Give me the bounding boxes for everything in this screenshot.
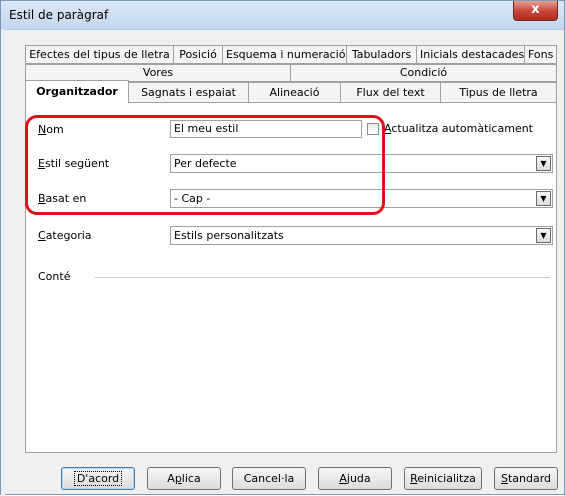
based-on-value: - Cap - bbox=[174, 192, 211, 205]
close-icon: x bbox=[531, 2, 540, 17]
reset-button[interactable]: Reinicialitza bbox=[404, 467, 482, 490]
category-value: Estils personalitzats bbox=[174, 229, 284, 242]
ok-button[interactable]: D'acord bbox=[61, 467, 135, 490]
category-label: Categoria bbox=[38, 229, 92, 242]
window-left-edge bbox=[1, 29, 5, 496]
chevron-down-icon[interactable]: ▼ bbox=[536, 228, 551, 243]
tab-row-3: Organitzador Sagnats i espaiat Alineació… bbox=[25, 80, 557, 103]
tab-condition[interactable]: Condició bbox=[291, 64, 557, 82]
tab-alignment[interactable]: Alineació bbox=[249, 82, 341, 103]
name-input[interactable]: El meu estil bbox=[170, 120, 362, 138]
contains-group-label: Conté bbox=[38, 270, 71, 283]
standard-button[interactable]: Standard bbox=[494, 467, 558, 490]
tab-font[interactable]: Tipus de lletra bbox=[441, 82, 557, 103]
window-title: Estil de paràgraf bbox=[9, 8, 109, 22]
tab-font-effects[interactable]: Efectes del tipus de lletra bbox=[25, 45, 174, 64]
next-style-value: Per defecte bbox=[174, 157, 237, 170]
chevron-down-icon[interactable]: ▼ bbox=[536, 191, 551, 206]
tab-background[interactable]: Fons bbox=[525, 45, 557, 64]
help-button[interactable]: Ajuda bbox=[318, 467, 392, 490]
based-on-select[interactable]: - Cap - ▼ bbox=[170, 189, 553, 208]
dialog-window: Estil de paràgraf x Efectes del tipus de… bbox=[0, 0, 565, 496]
tab-indents-spacing[interactable]: Sagnats i espaiat bbox=[129, 82, 249, 103]
based-on-label: Basat en bbox=[38, 192, 87, 205]
next-style-label: Estil següent bbox=[38, 157, 110, 170]
autoupdate-checkbox[interactable] bbox=[367, 123, 379, 135]
title-bar[interactable]: Estil de paràgraf x bbox=[1, 1, 564, 30]
tab-drop-caps[interactable]: Inicials destacades bbox=[417, 45, 525, 64]
apply-button[interactable]: Aplica bbox=[147, 467, 221, 490]
name-label: Nom bbox=[38, 123, 64, 136]
tab-tabs[interactable]: Tabuladors bbox=[347, 45, 417, 64]
next-style-select[interactable]: Per defecte ▼ bbox=[170, 154, 553, 173]
tab-position[interactable]: Posició bbox=[174, 45, 223, 64]
autoupdate-label[interactable]: Actualitza automàticament bbox=[384, 122, 533, 135]
cancel-button[interactable]: Cancel·la bbox=[232, 467, 306, 490]
tab-outline-numbering[interactable]: Esquema i numeració bbox=[223, 45, 347, 64]
close-button[interactable]: x bbox=[513, 1, 558, 21]
tab-organizer[interactable]: Organitzador bbox=[25, 80, 129, 103]
category-select[interactable]: Estils personalitzats ▼ bbox=[170, 226, 553, 245]
contains-group-divider bbox=[95, 277, 550, 278]
chevron-down-icon[interactable]: ▼ bbox=[536, 156, 551, 171]
tab-text-flow[interactable]: Flux del text bbox=[341, 82, 441, 103]
tab-row-1: Efectes del tipus de lletra Posició Esqu… bbox=[25, 45, 557, 64]
